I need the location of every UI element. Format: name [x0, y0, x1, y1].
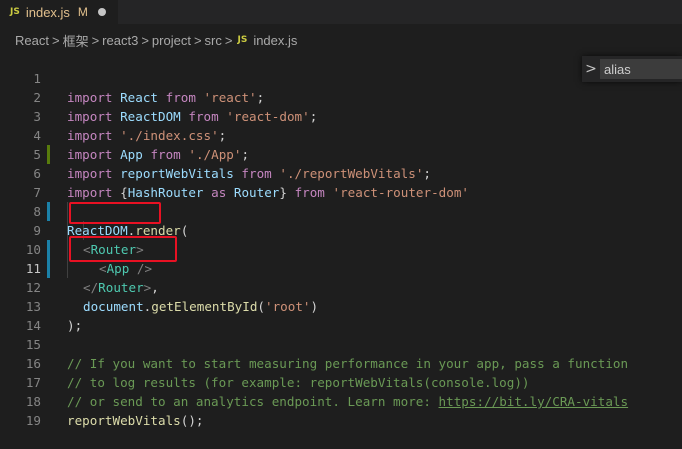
- find-input[interactable]: [600, 59, 682, 79]
- unsaved-dot-icon[interactable]: [97, 8, 106, 16]
- find-widget: >: [582, 56, 682, 82]
- line-number: 19: [25, 413, 41, 428]
- code-line: 6 import {HashRouter as Router} from 're…: [0, 145, 682, 200]
- code-line: 14: [0, 297, 682, 333]
- code-line: 5 import reportWebVitals from './reportW…: [0, 126, 682, 181]
- code-line: 18 reportWebVitals();: [0, 373, 682, 428]
- breadcrumb-item-file[interactable]: index.js: [253, 33, 297, 48]
- code-line: 15 // If you want to start measuring per…: [0, 316, 682, 371]
- chevron-right-icon[interactable]: >: [582, 61, 600, 77]
- code-line: 1 import React from 'react';: [0, 50, 682, 105]
- tab-title: index.js: [25, 4, 70, 20]
- breadcrumb-item-src[interactable]: src: [205, 33, 222, 48]
- javascript-file-icon: JS: [10, 7, 20, 17]
- modified-indicator: M: [77, 5, 88, 19]
- code-line: 16 // to log results (for example: repor…: [0, 335, 682, 390]
- javascript-file-icon: JS: [237, 35, 248, 45]
- tab-index-js[interactable]: JS index.js M: [0, 0, 118, 24]
- chevron-right-icon: >: [224, 32, 233, 48]
- code-line: 2 import ReactDOM from 'react-dom';: [0, 69, 682, 124]
- code-line: 4 import App from './App';: [0, 107, 682, 162]
- code-line: 3 import './index.css';: [0, 88, 682, 143]
- chevron-right-icon: >: [51, 32, 60, 48]
- chevron-right-icon: >: [193, 32, 202, 48]
- chevron-right-icon: >: [141, 32, 149, 48]
- highlight-box-router-open: [69, 202, 161, 224]
- code-token: ();: [180, 413, 204, 428]
- breadcrumb: React > 框架 > react3 > project > src > JS…: [0, 30, 682, 50]
- breadcrumb-item-react[interactable]: React: [15, 33, 49, 48]
- code-token: reportWebVitals: [67, 413, 181, 428]
- code-line: 13 );: [0, 278, 682, 333]
- code-line: 8 ReactDOM.render(: [0, 183, 682, 238]
- code-line: 19: [0, 392, 682, 428]
- highlight-box-router-close: [69, 236, 177, 262]
- code-line: 17 // or send to an analytics endpoint. …: [0, 354, 682, 409]
- code-line: 7: [0, 164, 682, 200]
- breadcrumb-item-react3[interactable]: react3: [102, 33, 138, 48]
- breadcrumb-item-framework[interactable]: 框架: [63, 31, 89, 50]
- code-text: reportWebVitals();: [67, 411, 203, 430]
- breadcrumb-item-project[interactable]: project: [152, 33, 191, 48]
- chevron-right-icon: >: [91, 32, 100, 48]
- code-editor[interactable]: 1 import React from 'react'; 2 import Re…: [0, 50, 682, 428]
- editor-tab-bar: JS index.js M: [0, 0, 682, 24]
